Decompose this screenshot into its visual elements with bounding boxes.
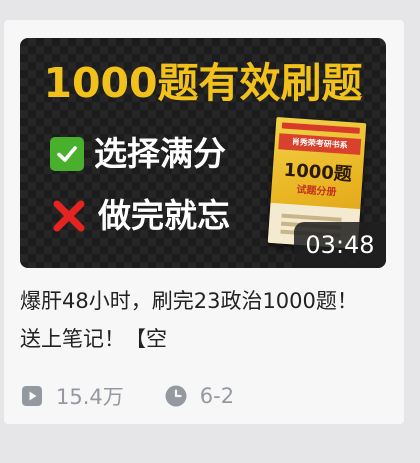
clock-icon [164, 384, 188, 408]
publish-date-text: 6-2 [199, 384, 235, 408]
publish-date: 6-2 [164, 384, 234, 408]
thumbnail-point-bad-text: 做完就忘 [98, 196, 230, 235]
video-meta: 15.4万 6-2 [20, 378, 234, 414]
video-title[interactable]: 爆肝48小时，刷完23政治1000题！送上笔记！【空 [20, 282, 360, 358]
check-icon [50, 137, 84, 171]
play-count-icon [20, 384, 44, 408]
view-count-text: 15.4万 [56, 385, 124, 409]
book-band-text: 肖秀荣考研书系 [278, 133, 362, 155]
cross-icon [50, 197, 88, 235]
video-thumbnail[interactable]: 1000题有效刷题 选择满分 做完就忘 肖秀荣考研书系 1000题 试题分册 0… [20, 38, 386, 268]
thumbnail-point-good-text: 选择满分 [94, 134, 226, 173]
video-card[interactable]: 1000题有效刷题 选择满分 做完就忘 肖秀荣考研书系 1000题 试题分册 0… [4, 20, 404, 424]
duration-badge: 03:48 [294, 222, 386, 268]
thumbnail-headline: 1000题有效刷题 [43, 59, 363, 107]
view-count: 15.4万 [20, 381, 124, 411]
thumbnail-point-good: 选择满分 [50, 134, 226, 174]
thumbnail-point-bad: 做完就忘 [50, 196, 230, 236]
